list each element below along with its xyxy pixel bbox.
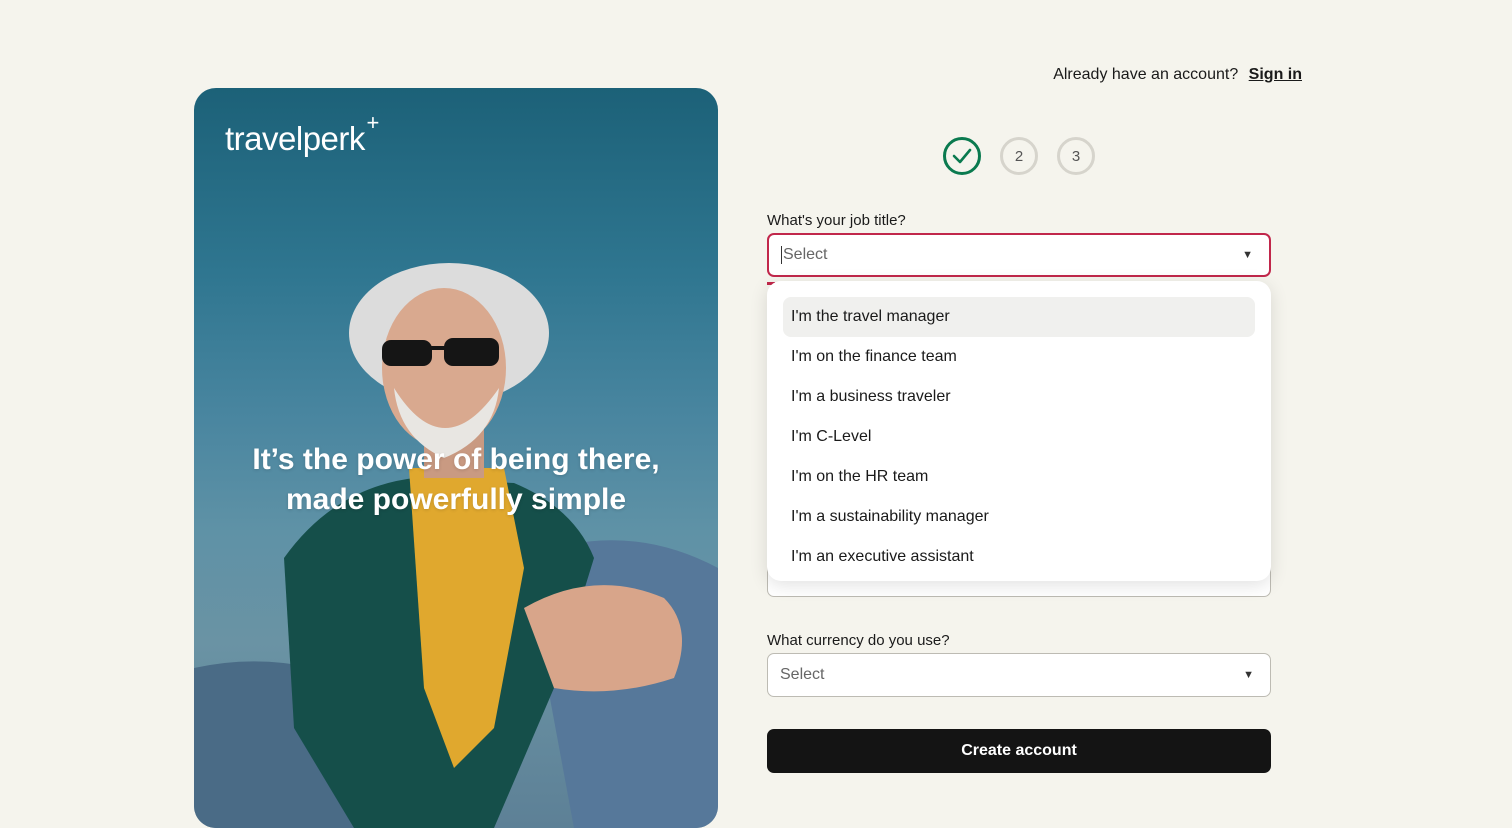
hero-panel: travelperk + It’s the power of being the… — [194, 88, 718, 828]
signin-prompt: Already have an account? — [1053, 66, 1239, 83]
hero-headline-line-2: made powerfully simple — [285, 483, 627, 516]
option-c-level[interactable]: I'm C-Level — [783, 417, 1255, 457]
signin-prompt-row: Already have an account? Sign in — [1053, 66, 1302, 84]
step-3: 3 — [1057, 137, 1095, 175]
job-title-placeholder: Select — [783, 246, 828, 263]
step-3-number: 3 — [1071, 147, 1081, 165]
check-icon — [952, 148, 972, 164]
progress-stepper: 2 3 — [943, 137, 1095, 175]
hero-headline-line-1: It’s the power of being there, — [252, 443, 660, 476]
chevron-down-icon: ▼ — [1242, 249, 1253, 261]
currency-select[interactable]: Select ▼ — [767, 653, 1271, 697]
step-2-number: 2 — [1014, 147, 1024, 165]
create-account-button[interactable]: Create account — [767, 729, 1271, 773]
option-travel-manager[interactable]: I'm the travel manager — [783, 297, 1255, 337]
logo-plus-icon: + — [366, 110, 380, 135]
job-title-label: What's your job title? — [767, 212, 906, 229]
chevron-down-icon: ▼ — [1243, 669, 1254, 681]
step-2: 2 — [1000, 137, 1038, 175]
job-title-value: Select — [781, 246, 827, 264]
text-cursor — [781, 246, 782, 264]
brand-logo: travelperk + — [225, 110, 379, 158]
hero-headline: It’s the power of being there, made powe… — [194, 440, 718, 520]
currency-placeholder: Select — [780, 666, 825, 683]
signin-link[interactable]: Sign in — [1249, 66, 1302, 83]
step-1-complete — [943, 137, 981, 175]
job-title-dropdown-menu: I'm the travel manager I'm on the financ… — [767, 281, 1271, 581]
option-hr-team[interactable]: I'm on the HR team — [783, 457, 1255, 497]
logo-text: travelperk — [225, 120, 365, 157]
job-title-select[interactable]: Select ▼ — [767, 233, 1271, 277]
option-business-traveler[interactable]: I'm a business traveler — [783, 377, 1255, 417]
option-sustainability-manager[interactable]: I'm a sustainability manager — [783, 497, 1255, 537]
face — [382, 288, 506, 448]
currency-label: What currency do you use? — [767, 632, 950, 649]
option-finance-team[interactable]: I'm on the finance team — [783, 337, 1255, 377]
option-executive-assistant[interactable]: I'm an executive assistant — [783, 537, 1255, 577]
